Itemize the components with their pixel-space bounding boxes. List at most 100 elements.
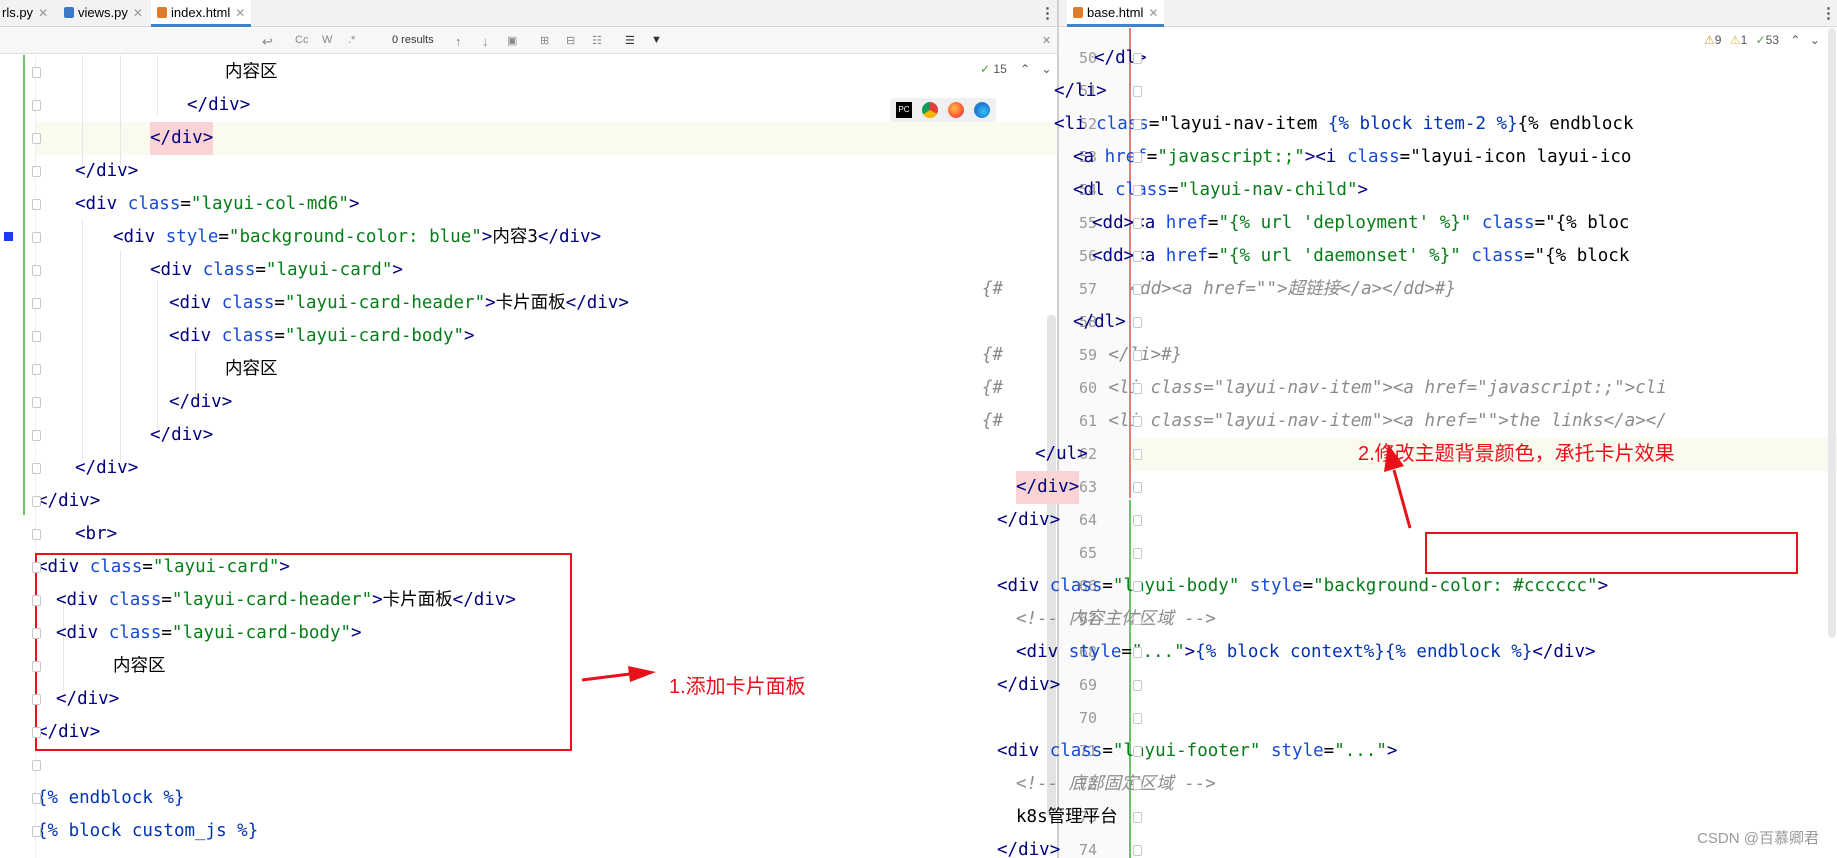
close-icon[interactable]: ✕ bbox=[1148, 6, 1158, 20]
fold-marker-icon[interactable] bbox=[1133, 746, 1142, 757]
right-code-line[interactable]: <div style="...">{% block context%}{% en… bbox=[1016, 636, 1596, 669]
fold-marker-icon[interactable] bbox=[1133, 548, 1142, 559]
fold-marker-icon[interactable] bbox=[1133, 812, 1142, 823]
left-code-line[interactable]: </div> bbox=[150, 419, 213, 452]
left-code-line[interactable]: <div class="layui-card-header">卡片面板</div… bbox=[56, 584, 516, 617]
tab-index-html[interactable]: index.html ✕ bbox=[151, 0, 252, 27]
fold-marker-icon[interactable] bbox=[32, 331, 41, 342]
right-code-line[interactable]: <a href="javascript:;"><i class="layui-i… bbox=[1073, 141, 1631, 174]
right-code-line[interactable]: </ul> bbox=[1035, 438, 1088, 471]
right-code-line[interactable]: k8s管理平台 bbox=[1016, 801, 1118, 834]
fold-marker-icon[interactable] bbox=[1133, 185, 1142, 196]
fold-marker-icon[interactable] bbox=[32, 430, 41, 441]
fold-marker-icon[interactable] bbox=[32, 463, 41, 474]
right-code-line[interactable]: </div> bbox=[997, 504, 1060, 537]
fold-marker-icon[interactable] bbox=[1133, 680, 1142, 691]
left-code-line[interactable]: </div> bbox=[56, 683, 119, 716]
fold-marker-icon[interactable] bbox=[1133, 515, 1142, 526]
left-code-line[interactable]: <div class="layui-card-header">卡片面板</div… bbox=[169, 287, 629, 320]
right-scrollbar[interactable] bbox=[1828, 28, 1836, 638]
fold-marker-icon[interactable] bbox=[1133, 251, 1142, 262]
close-icon[interactable]: ✕ bbox=[235, 6, 245, 20]
fold-marker-icon[interactable] bbox=[1133, 119, 1142, 130]
left-code-line[interactable]: <div class="layui-card-body"> bbox=[169, 320, 475, 353]
fold-marker-icon[interactable] bbox=[1133, 53, 1142, 64]
close-find-icon[interactable]: ✕ bbox=[1042, 34, 1051, 47]
left-code-line[interactable]: </div> bbox=[169, 386, 232, 419]
chevron-down-icon[interactable]: ⌄ bbox=[1042, 62, 1052, 76]
match-case-toggle[interactable]: Cc bbox=[295, 34, 308, 46]
fold-marker-icon[interactable] bbox=[1133, 350, 1142, 361]
left-code-line[interactable]: 内容区 bbox=[225, 56, 278, 89]
fold-marker-icon[interactable] bbox=[1133, 416, 1142, 427]
right-code-line[interactable]: <!-- 底部固定区域 --> bbox=[1016, 768, 1216, 801]
tab-views-py[interactable]: views.py ✕ bbox=[58, 0, 149, 27]
select-all-icon[interactable]: ▣ bbox=[507, 34, 517, 47]
right-code-line[interactable]: {# <li class="layui-nav-item"><a href=""… bbox=[982, 405, 1667, 438]
left-code-line[interactable]: </div> bbox=[37, 485, 100, 518]
left-code-line[interactable]: <div class="layui-col-md6"> bbox=[75, 188, 360, 221]
prev-match-icon[interactable]: ↑ bbox=[455, 34, 462, 49]
right-code-line[interactable]: <!-- 内容主体区域 --> bbox=[1016, 603, 1216, 636]
left-code-line[interactable]: {% block custom_js %} bbox=[37, 815, 258, 848]
right-code-line[interactable]: <dd><a href="{% url 'deployment' %}" cla… bbox=[1092, 207, 1629, 240]
left-code-line[interactable]: 内容区 bbox=[225, 353, 278, 386]
fold-marker-icon[interactable] bbox=[32, 496, 41, 507]
fold-marker-icon[interactable] bbox=[32, 100, 41, 111]
chevron-up-icon[interactable]: ⌃ bbox=[1790, 33, 1800, 47]
left-code-line[interactable]: <div class="layui-card"> bbox=[150, 254, 403, 287]
fold-marker-icon[interactable] bbox=[32, 199, 41, 210]
left-code-line[interactable]: <br> bbox=[75, 518, 117, 551]
fold-marker-icon[interactable] bbox=[1133, 713, 1142, 724]
right-code-line[interactable]: <dd><a href="{% url 'daemonset' %}" clas… bbox=[1092, 240, 1629, 273]
fold-marker-icon[interactable] bbox=[32, 562, 41, 573]
right-code-line[interactable]: <div class="layui-footer" style="..."> bbox=[997, 735, 1397, 768]
fold-marker-icon[interactable] bbox=[32, 397, 41, 408]
more-icon[interactable]: ⋮ bbox=[1821, 4, 1836, 22]
filter-icon[interactable]: ▼ bbox=[651, 34, 662, 46]
filter-lines-icon[interactable]: ☰ bbox=[625, 34, 635, 47]
fold-marker-icon[interactable] bbox=[32, 628, 41, 639]
right-code-line[interactable]: </dl> bbox=[1073, 306, 1126, 339]
left-code-line[interactable]: </div> bbox=[75, 452, 138, 485]
fold-marker-icon[interactable] bbox=[1133, 449, 1142, 460]
fold-marker-icon[interactable] bbox=[32, 232, 41, 243]
right-code-line[interactable]: {# <dd><a href="">超链接</a></dd>#} bbox=[982, 273, 1456, 306]
fold-marker-icon[interactable] bbox=[1133, 482, 1142, 493]
fold-marker-icon[interactable] bbox=[1133, 284, 1142, 295]
right-code-line[interactable]: </div> bbox=[997, 834, 1060, 858]
regex-toggle[interactable]: .* bbox=[348, 34, 355, 46]
firefox-icon[interactable] bbox=[948, 102, 964, 118]
fold-marker-icon[interactable] bbox=[32, 529, 41, 540]
left-code-line[interactable]: <div class="layui-card"> bbox=[37, 551, 290, 584]
fold-marker-icon[interactable] bbox=[1133, 152, 1142, 163]
fold-marker-icon[interactable] bbox=[32, 793, 41, 804]
close-icon[interactable]: ✕ bbox=[38, 6, 48, 20]
right-code-line[interactable]: {# <li class="layui-nav-item"><a href="j… bbox=[982, 372, 1667, 405]
fold-marker-icon[interactable] bbox=[1133, 845, 1142, 856]
fold-marker-icon[interactable] bbox=[1133, 383, 1142, 394]
right-code-line[interactable]: {# </li>#} bbox=[982, 339, 1182, 372]
next-match-icon[interactable]: ↓ bbox=[482, 34, 489, 49]
select-all-occurrences-icon[interactable]: ☷ bbox=[592, 34, 602, 47]
fold-marker-icon[interactable] bbox=[1133, 647, 1142, 658]
fold-marker-icon[interactable] bbox=[32, 760, 41, 771]
left-code-line[interactable]: </div> bbox=[187, 89, 250, 122]
chevron-down-icon[interactable]: ⌄ bbox=[1810, 33, 1820, 47]
fold-marker-icon[interactable] bbox=[32, 166, 41, 177]
fold-marker-icon[interactable] bbox=[32, 826, 41, 837]
words-toggle[interactable]: W bbox=[322, 34, 332, 46]
fold-marker-icon[interactable] bbox=[1133, 86, 1142, 97]
pycharm-icon[interactable]: PC bbox=[896, 102, 912, 118]
left-code-line[interactable]: <div style="background-color: blue">内容3<… bbox=[113, 221, 601, 254]
right-code-line[interactable]: </li> bbox=[1054, 75, 1107, 108]
edge-icon[interactable] bbox=[974, 102, 990, 118]
left-code-line[interactable]: 内容区 bbox=[113, 650, 166, 683]
tab-urls-py[interactable]: rls.py ✕ bbox=[0, 0, 54, 27]
right-code-line[interactable]: <div class="layui-body" style="backgroun… bbox=[997, 570, 1608, 603]
fold-marker-icon[interactable] bbox=[1133, 614, 1142, 625]
fold-marker-icon[interactable] bbox=[32, 595, 41, 606]
fold-marker-icon[interactable] bbox=[32, 661, 41, 672]
fold-marker-icon[interactable] bbox=[32, 727, 41, 738]
fold-marker-icon[interactable] bbox=[32, 133, 41, 144]
